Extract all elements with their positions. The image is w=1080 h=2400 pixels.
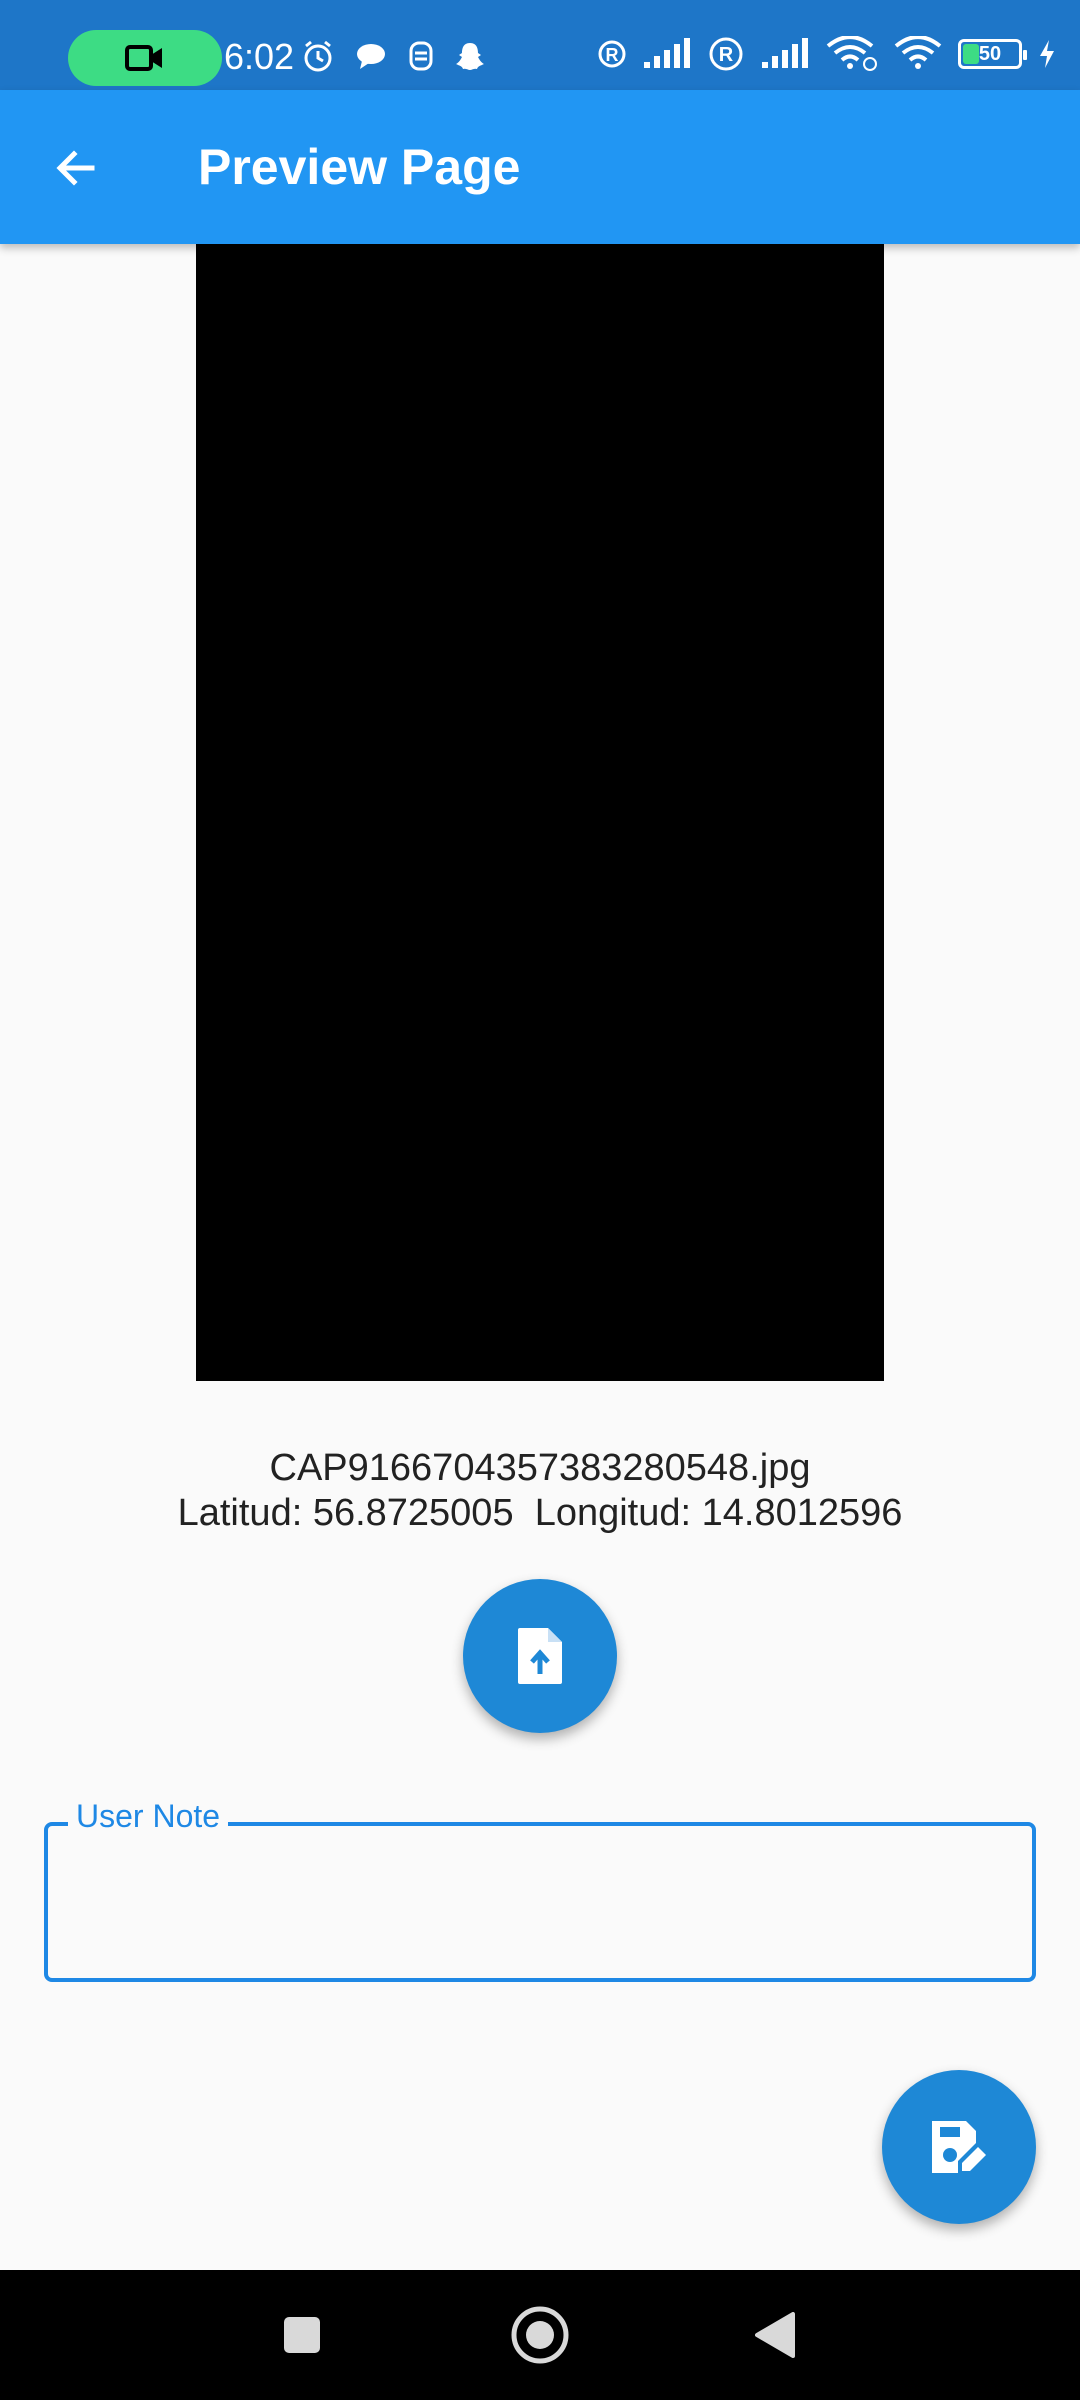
save-note-button[interactable] xyxy=(882,2070,1036,2224)
battery-level: 50 xyxy=(978,42,1002,65)
file-name: CAP9166704357383280548.jpg xyxy=(269,1447,811,1489)
wifi-icon xyxy=(894,36,942,72)
square-icon xyxy=(284,2317,320,2353)
upload-button[interactable] xyxy=(463,1579,617,1733)
image-preview xyxy=(196,244,884,1381)
notification-app-icon xyxy=(406,39,436,73)
user-note-input[interactable] xyxy=(72,1866,1016,1938)
wifi-link-icon xyxy=(826,36,878,72)
circle-icon xyxy=(511,2306,569,2364)
svg-text:R: R xyxy=(719,44,734,66)
home-button[interactable] xyxy=(505,2300,575,2370)
battery-icon: 50 xyxy=(958,39,1027,69)
page-title: Preview Page xyxy=(198,139,521,195)
app-bar: Preview Page xyxy=(0,90,1080,244)
screen-recording-indicator[interactable] xyxy=(68,30,222,86)
nav-back-button[interactable] xyxy=(740,2300,810,2370)
roaming-icon-2: R xyxy=(708,36,744,72)
status-bar: 6:02 R R 50 xyxy=(0,0,1080,90)
status-time: 6:02 xyxy=(224,36,295,77)
system-nav-bar xyxy=(0,2270,1080,2400)
charging-icon xyxy=(1038,39,1056,69)
alarm-icon xyxy=(300,38,336,74)
back-button[interactable] xyxy=(36,136,116,200)
arrow-back-icon xyxy=(56,150,95,186)
file-upload-icon xyxy=(518,1628,562,1684)
signal-icon xyxy=(642,38,692,70)
file-info: CAP9166704357383280548.jpg Latitud: 56.8… xyxy=(0,1446,1080,1536)
gps-coordinates: Latitud: 56.8725005 Longitud: 14.8012596 xyxy=(177,1492,903,1534)
signal-icon-2 xyxy=(760,38,810,70)
roaming-icon: R xyxy=(598,37,626,71)
svg-text:R: R xyxy=(606,45,619,65)
snapchat-icon xyxy=(454,40,486,72)
recents-button[interactable] xyxy=(267,2300,337,2370)
user-note-label: User Note xyxy=(68,1798,229,1835)
user-note-field[interactable]: User Note xyxy=(44,1798,1036,1982)
save-edit-icon xyxy=(932,2121,986,2173)
video-camera-icon xyxy=(125,45,162,71)
triangle-back-icon xyxy=(755,2312,795,2358)
chat-icon xyxy=(354,41,388,71)
